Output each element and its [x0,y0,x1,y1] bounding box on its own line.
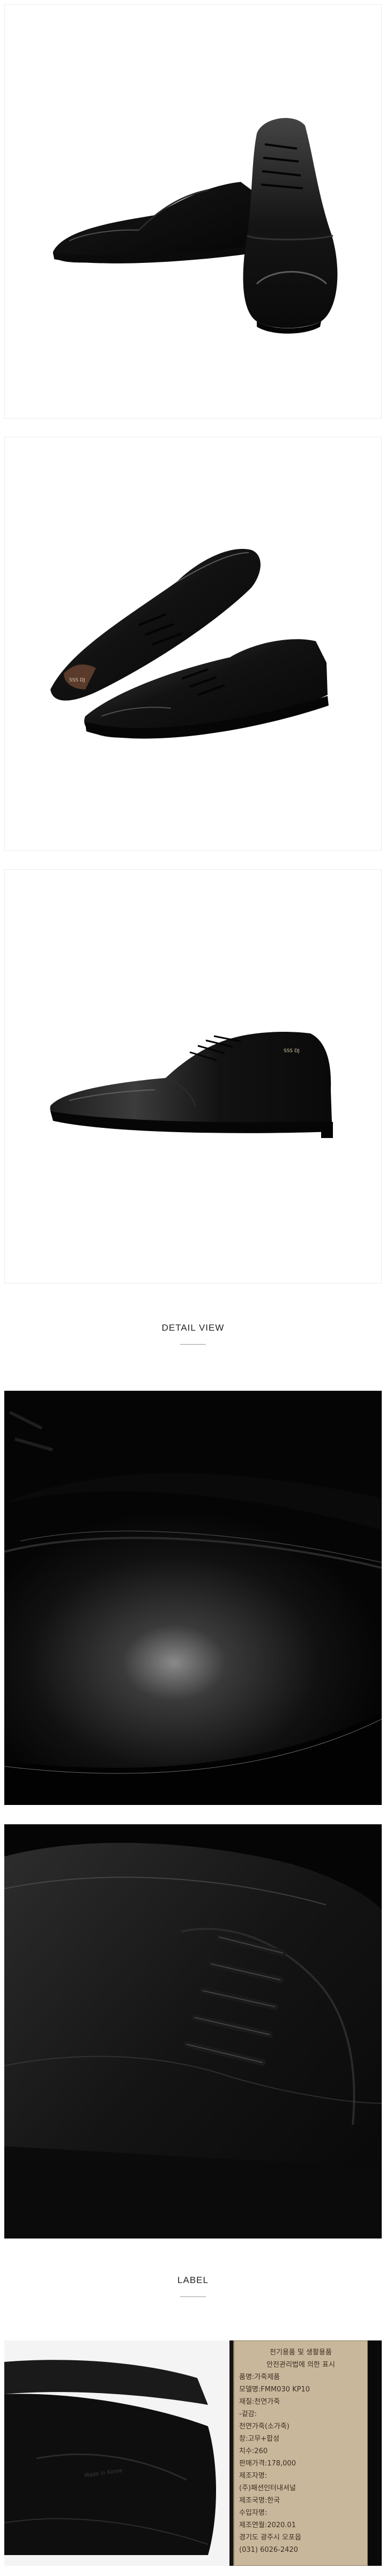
tag-line: 제조자명: [239,2472,267,2480]
tag-line: 천연가죽(소가죽) [239,2423,290,2431]
tag-line: 치수:260 [239,2447,268,2455]
inner-label: SSS DJ [284,1048,300,1054]
tag-line: 재질:천연가죽 [239,2398,280,2406]
tag-line: 제조연월:2020.01 [239,2521,296,2529]
tag-line: 제조국명:한국 [239,2497,280,2505]
label-photo-tag: 전기용품 및 생활용품안전관리법에 의한 표시품명:가죽제품모델명:FMM030… [229,2340,382,2566]
label-rule [180,2296,206,2297]
detail-photo-laces [4,1824,382,2239]
tag-line: 전기용품 및 생활용품 [270,2349,332,2357]
label-photo-sole: Made in Korea [4,2340,229,2566]
tag-line: 경기도 광주시 오포읍 [239,2534,301,2542]
detail-photo-toe-cap [4,1391,382,1805]
tag-line: 품명:가죽제품 [239,2373,280,2381]
product-photo-single-side: SSS DJ [4,869,382,1283]
tag-line: 판매가격:178,000 [239,2460,296,2468]
shoe-profile: SSS DJ [50,1032,333,1138]
product-photo-pair-front [4,4,382,419]
tag-line: 창:고무+합성 [239,2435,279,2443]
label-title: LABEL [177,2275,209,2285]
detail-view-rule [180,1344,206,1345]
tag-line: 수입자명: [239,2509,267,2517]
tag-line: (031) 6026-2420 [239,2546,298,2554]
tag-line: (주)패션인터내셔널 [239,2484,296,2492]
product-photo-pair-angled: SSS DJ [4,437,382,851]
insole-print: SSS DJ [69,678,85,683]
detail-view-title: DETAIL VIEW [161,1323,225,1333]
shoe-front [243,118,338,334]
tag-line: -겉감: [239,2410,257,2418]
shoe-side [53,182,257,263]
tag-line: 안전관리법에 의한 표시 [266,2361,335,2369]
tag-line: 모델명:FMM030 KP10 [239,2386,310,2394]
